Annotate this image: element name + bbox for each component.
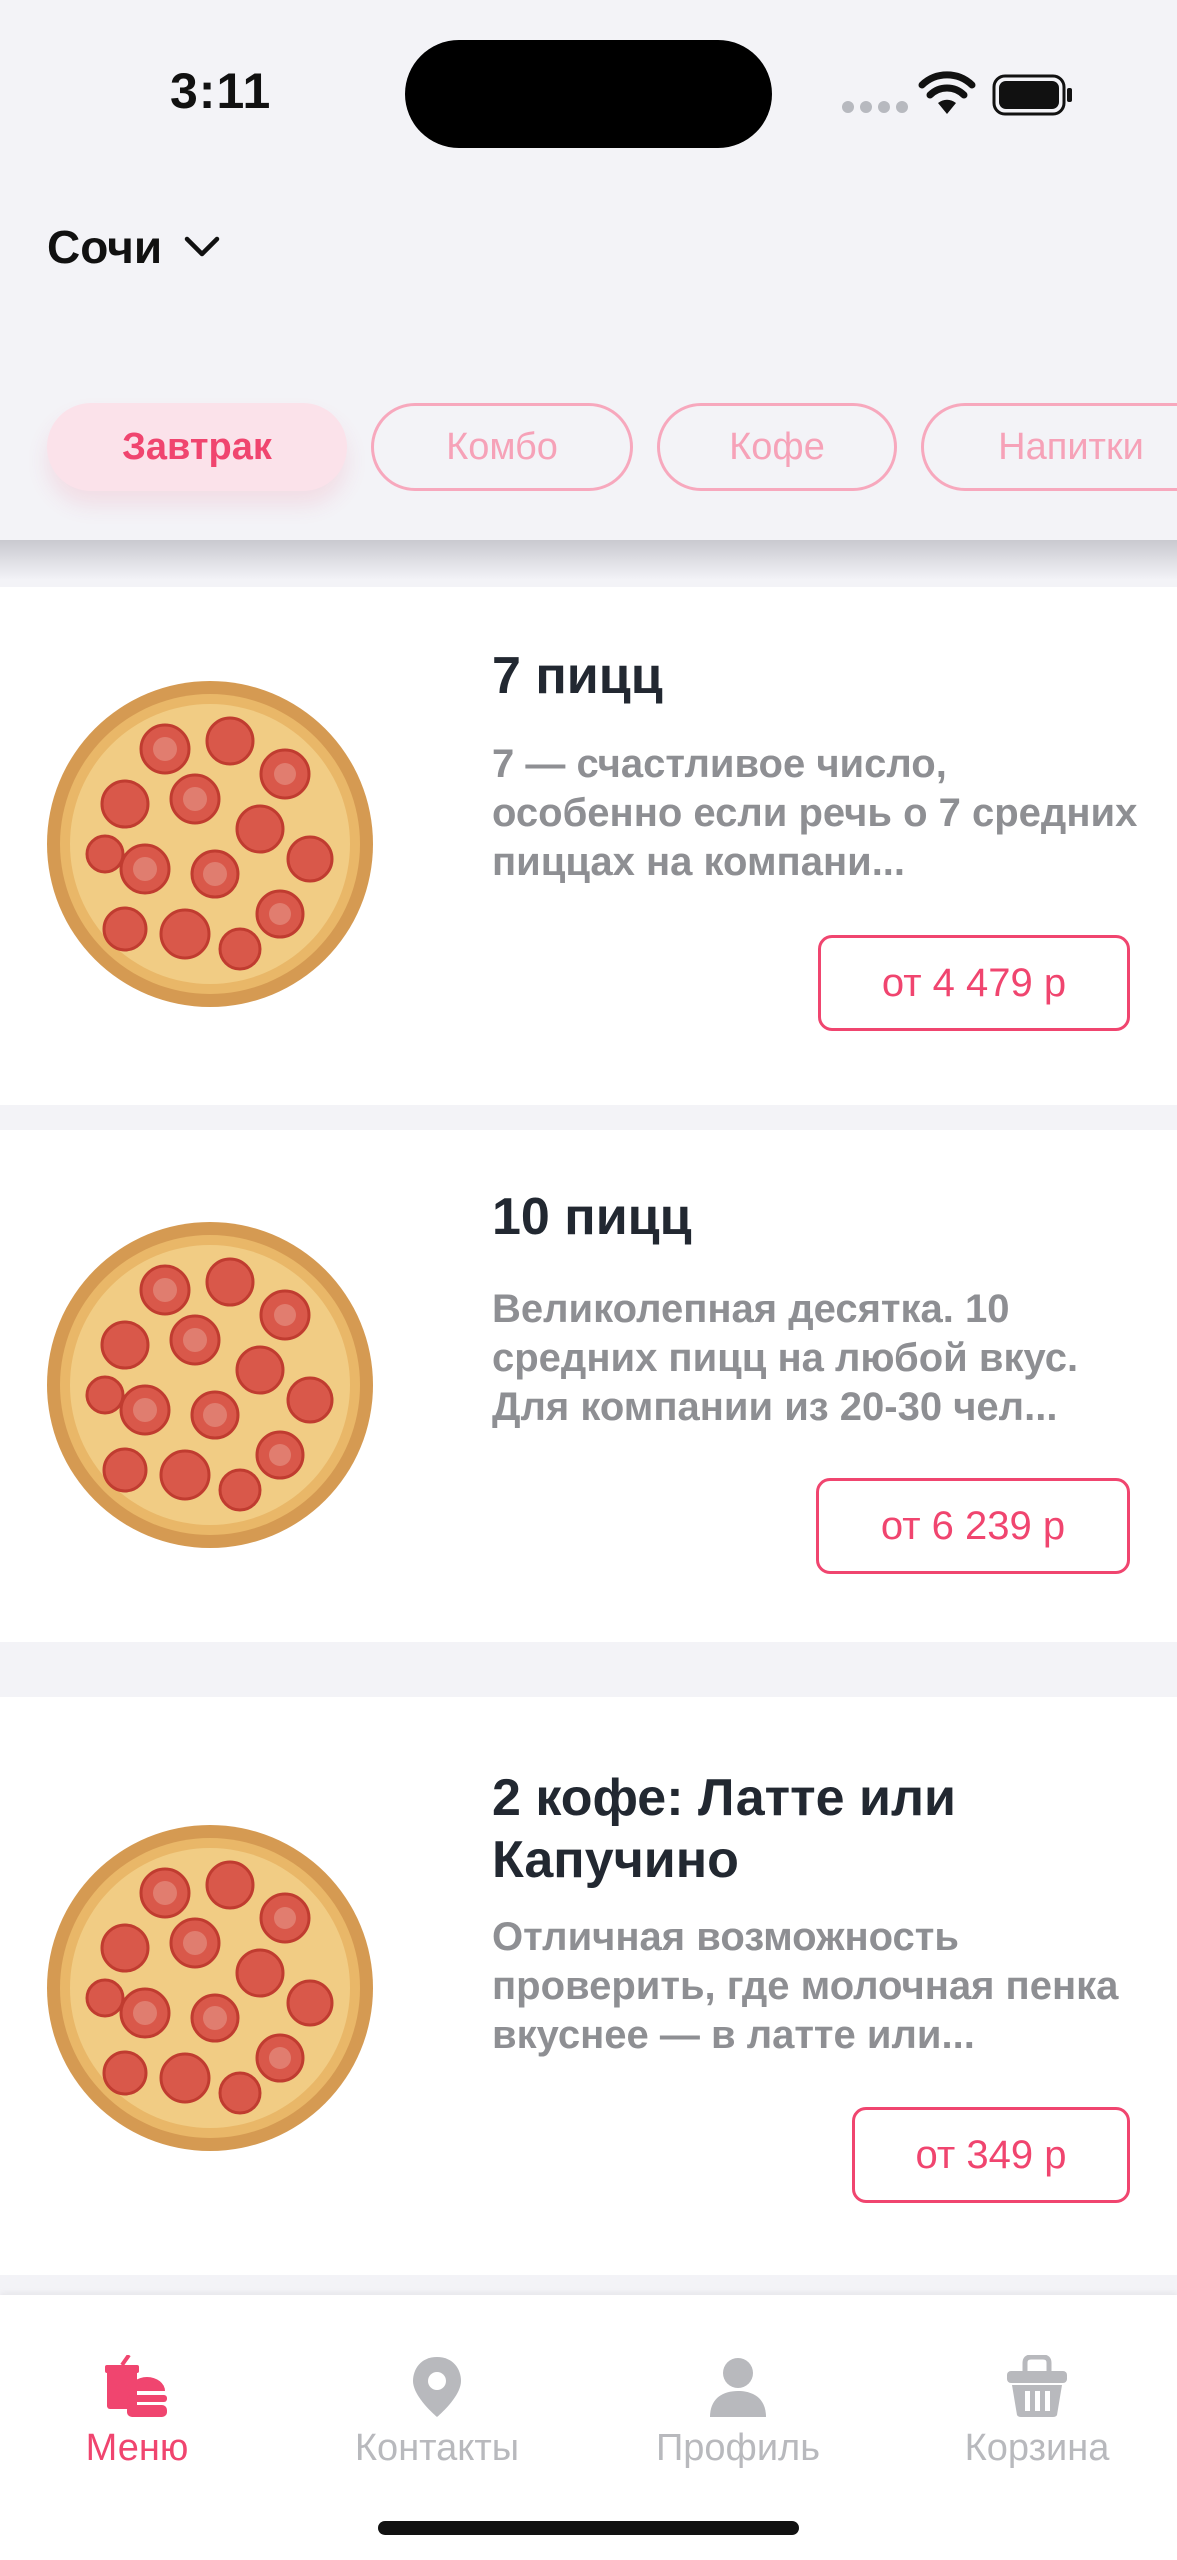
chevron-down-icon: [184, 236, 220, 257]
product-title: 7 пицц: [492, 647, 663, 705]
home-indicator[interactable]: [378, 2521, 799, 2535]
price-button[interactable]: от 4 479 р: [818, 935, 1130, 1031]
tab-bar-cart[interactable]: Корзина: [887, 2355, 1177, 2470]
status-time: 3:11: [170, 63, 272, 119]
pizza-image: [45, 679, 375, 1009]
menu-icon: [105, 2355, 167, 2417]
battery-icon: [992, 74, 1072, 116]
wifi-icon: [918, 71, 976, 114]
price-button[interactable]: от 6 239 р: [816, 1478, 1130, 1574]
location-pin-icon: [413, 2357, 461, 2417]
cellular-signal-icon: [842, 100, 914, 118]
status-bar: 3:11: [0, 0, 1177, 150]
tab-bar-menu[interactable]: Меню: [0, 2355, 287, 2470]
category-tabs: Завтрак Комбо Кофе Напитки: [47, 403, 1177, 491]
price-button[interactable]: от 349 р: [852, 2107, 1130, 2203]
product-description: 7 — счастливое число, особенно если речь…: [492, 742, 1138, 884]
product-card[interactable]: 7 пицц 7 — счастливое число, особенно ес…: [0, 587, 1177, 1105]
tab-bar-profile[interactable]: Профиль: [588, 2355, 888, 2470]
tab-breakfast[interactable]: Завтрак: [47, 403, 347, 491]
tab-bar-label: Контакты: [354, 2427, 520, 2469]
tab-combo[interactable]: Комбо: [371, 403, 633, 491]
dynamic-island: [405, 40, 772, 148]
product-title: 2 кофе: Латте или Капучино: [492, 1769, 956, 1889]
tab-coffee[interactable]: Кофе: [657, 403, 897, 491]
pizza-image: [45, 1823, 375, 2153]
header-divider: [0, 540, 1177, 580]
tab-bar-label: Меню: [85, 2427, 189, 2469]
profile-icon: [710, 2358, 766, 2417]
basket-icon: [1007, 2355, 1067, 2417]
product-title: 10 пицц: [492, 1188, 692, 1246]
tab-drinks[interactable]: Напитки: [921, 403, 1177, 491]
product-description: Великолепная десятка. 10 средних пицц на…: [492, 1287, 1079, 1429]
tab-bar-label: Корзина: [964, 2427, 1110, 2469]
product-description: Отличная возможность проверить, где моло…: [492, 1915, 1119, 2057]
city-name: Сочи: [47, 221, 163, 273]
tab-bar-label: Профиль: [655, 2427, 821, 2469]
pizza-image: [45, 1220, 375, 1550]
tab-bar-contacts[interactable]: Контакты: [287, 2355, 587, 2470]
product-card[interactable]: 2 кофе: Латте или Капучино Отличная возм…: [0, 1697, 1177, 2275]
product-card[interactable]: 10 пицц Великолепная десятка. 10 средних…: [0, 1130, 1177, 1642]
city-selector[interactable]: Сочи: [47, 220, 220, 274]
